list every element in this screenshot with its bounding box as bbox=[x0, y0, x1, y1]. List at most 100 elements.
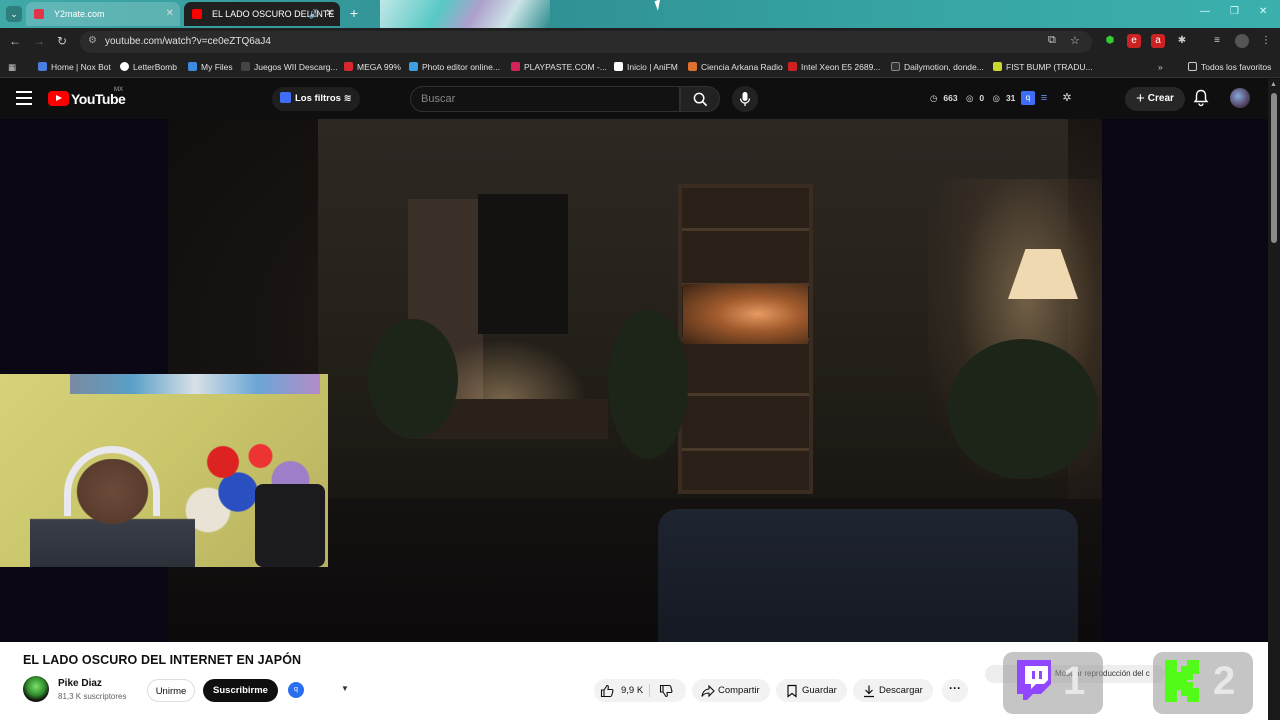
bookmark-item[interactable]: Photo editor online... bbox=[409, 60, 500, 74]
extension-blue-icon[interactable]: q bbox=[288, 682, 304, 698]
bookmark-favicon-icon bbox=[409, 62, 418, 71]
country-code: MX bbox=[114, 87, 123, 93]
plus-icon: + bbox=[1136, 90, 1145, 107]
bookmark-item[interactable]: LetterBomb bbox=[120, 60, 177, 74]
user-avatar[interactable] bbox=[1230, 88, 1250, 108]
bookmark-item[interactable]: Intel Xeon E5 2689... bbox=[788, 60, 880, 74]
twitch-badge: 1 bbox=[1003, 652, 1103, 714]
address-toolbar: ← → ↻ ⚙ youtube.com/watch?v=ce0eZTQ6aJ4 … bbox=[0, 28, 1280, 56]
apps-grid-icon[interactable]: ▦ bbox=[8, 60, 16, 74]
y2mate-favicon-icon bbox=[34, 9, 44, 19]
bookmark-item[interactable]: My Files bbox=[188, 60, 233, 74]
extension-shield-icon[interactable]: ⬢ bbox=[1103, 34, 1117, 48]
bookmark-item[interactable]: FIST BUMP (TRADU... bbox=[993, 60, 1093, 74]
streaming-microphone bbox=[255, 484, 325, 567]
site-info-icon[interactable]: ⚙ bbox=[88, 35, 97, 46]
profile-avatar-icon[interactable] bbox=[1235, 34, 1249, 48]
extension-blue-icon[interactable]: q bbox=[1021, 91, 1035, 105]
reload-icon[interactable]: ↻ bbox=[54, 34, 70, 48]
divider bbox=[649, 684, 650, 697]
install-app-icon[interactable]: ⧉ bbox=[1048, 34, 1056, 47]
browser-menu-icon[interactable]: ⋮ bbox=[1259, 34, 1273, 48]
more-actions-button[interactable]: ··· bbox=[942, 679, 968, 702]
maximize-icon[interactable]: ❐ bbox=[1230, 6, 1239, 17]
extension-red-icon[interactable]: e bbox=[1127, 34, 1141, 48]
bookmark-item[interactable]: Juegos WII Descarg... bbox=[241, 60, 338, 74]
extensions-puzzle-icon[interactable]: ✱ bbox=[1175, 34, 1189, 48]
save-button[interactable]: Guardar bbox=[776, 679, 847, 702]
media-queue-icon[interactable]: ≡ bbox=[1210, 34, 1224, 48]
clock-icon: ◷ bbox=[930, 93, 938, 103]
chevron-down-icon[interactable]: ▼ bbox=[341, 684, 349, 693]
bookmark-item[interactable]: PLAYPASTE.COM -... bbox=[511, 60, 607, 74]
scrollbar-thumb[interactable] bbox=[1271, 93, 1277, 243]
tab-title: Y2mate.com bbox=[54, 9, 105, 19]
join-button[interactable]: Unirme bbox=[147, 679, 195, 702]
omnibox[interactable]: ⚙ youtube.com/watch?v=ce0eZTQ6aJ4 ⧉ ☆ bbox=[80, 31, 1092, 53]
bookmark-item[interactable]: MEGA 99% bbox=[344, 60, 401, 74]
bookmark-item[interactable]: Dailymotion, donde... bbox=[891, 60, 984, 74]
bookmark-favicon-icon bbox=[241, 62, 250, 71]
tab-search-button[interactable]: ⌄ bbox=[6, 6, 22, 22]
page-scrollbar[interactable]: ▲ bbox=[1268, 79, 1280, 720]
extension-adblock-icon[interactable]: a bbox=[1151, 34, 1165, 48]
list-icon[interactable]: ≡ bbox=[1037, 91, 1051, 105]
thumbs-down-icon[interactable] bbox=[659, 684, 673, 698]
browser-tab-youtube[interactable]: EL LADO OSCURO DEL INTE 🔊 ✕ bbox=[184, 2, 340, 26]
video-player[interactable] bbox=[0, 119, 1268, 642]
menu-icon[interactable] bbox=[16, 91, 32, 105]
more-bookmarks-icon[interactable]: » bbox=[1158, 60, 1163, 74]
back-icon[interactable]: ← bbox=[7, 34, 23, 48]
scroll-up-icon[interactable]: ▲ bbox=[1270, 81, 1277, 88]
stat-c: 31 bbox=[1005, 93, 1016, 103]
like-dislike-group: 9,9 K bbox=[594, 679, 686, 702]
all-favorites-folder[interactable]: Todos los favoritos bbox=[1188, 60, 1271, 74]
kick-icon bbox=[1165, 660, 1199, 702]
bookmark-icon bbox=[787, 684, 797, 698]
filters-button[interactable]: Los filtros ≋ bbox=[272, 87, 360, 111]
folder-icon bbox=[1188, 62, 1197, 71]
bookmark-favicon-icon bbox=[188, 62, 197, 71]
channel-name[interactable]: Pike Diaz bbox=[58, 678, 102, 689]
create-button[interactable]: + Crear bbox=[1125, 87, 1185, 111]
webcam-overlay bbox=[0, 374, 328, 567]
like-button[interactable]: 9,9 K bbox=[600, 679, 643, 702]
twitch-icon bbox=[1017, 660, 1051, 700]
wall-poster bbox=[70, 374, 320, 394]
youtube-play-icon bbox=[48, 91, 69, 106]
speaker-icon[interactable]: 🔊 bbox=[309, 2, 320, 26]
bookmark-favicon-icon bbox=[120, 62, 129, 71]
thumbs-up-icon bbox=[600, 684, 614, 698]
bookmark-item[interactable]: Inicio | AniFM bbox=[614, 60, 678, 74]
wall-frame bbox=[478, 194, 568, 334]
voice-search-button[interactable] bbox=[732, 86, 758, 112]
minimize-icon[interactable]: — bbox=[1200, 6, 1210, 17]
close-window-icon[interactable]: ✕ bbox=[1259, 6, 1267, 17]
new-tab-button[interactable]: + bbox=[346, 6, 362, 22]
subscribe-button[interactable]: Suscribirme bbox=[203, 679, 278, 702]
close-tab-icon[interactable]: ✕ bbox=[326, 2, 334, 26]
channel-avatar[interactable] bbox=[23, 676, 49, 702]
search-box bbox=[410, 86, 680, 112]
bookmark-favicon-icon bbox=[511, 62, 520, 71]
extension-stats: ◷ 663 ◎ 0 ◎ 31 bbox=[930, 93, 1021, 104]
search-input[interactable] bbox=[421, 92, 661, 106]
stat-b: 0 bbox=[979, 93, 985, 103]
download-button[interactable]: Descargar bbox=[853, 679, 933, 702]
bookmark-star-icon[interactable]: ☆ bbox=[1070, 34, 1080, 47]
bookmark-item[interactable]: Home | Nox Bot bbox=[38, 60, 111, 74]
browser-tab-y2mate[interactable]: Y2mate.com ✕ bbox=[26, 2, 180, 26]
notifications-bell-icon[interactable] bbox=[1193, 89, 1209, 107]
close-tab-icon[interactable]: ✕ bbox=[166, 2, 174, 26]
bookmark-item[interactable]: Ciencia Arkana Radio bbox=[688, 60, 783, 74]
share-icon bbox=[701, 684, 715, 698]
logo-text: YouTube bbox=[71, 91, 126, 107]
video-title: EL LADO OSCURO DEL INTERNET EN JAPÓN bbox=[23, 653, 302, 667]
bug-icon[interactable]: ✲ bbox=[1060, 91, 1074, 105]
bookmark-favicon-icon bbox=[38, 62, 47, 71]
search-button[interactable] bbox=[680, 86, 720, 112]
sofa bbox=[658, 509, 1078, 642]
forward-icon[interactable]: → bbox=[31, 34, 47, 48]
url-text[interactable]: youtube.com/watch?v=ce0eZTQ6aJ4 bbox=[105, 36, 271, 47]
share-button[interactable]: Compartir bbox=[692, 679, 770, 702]
